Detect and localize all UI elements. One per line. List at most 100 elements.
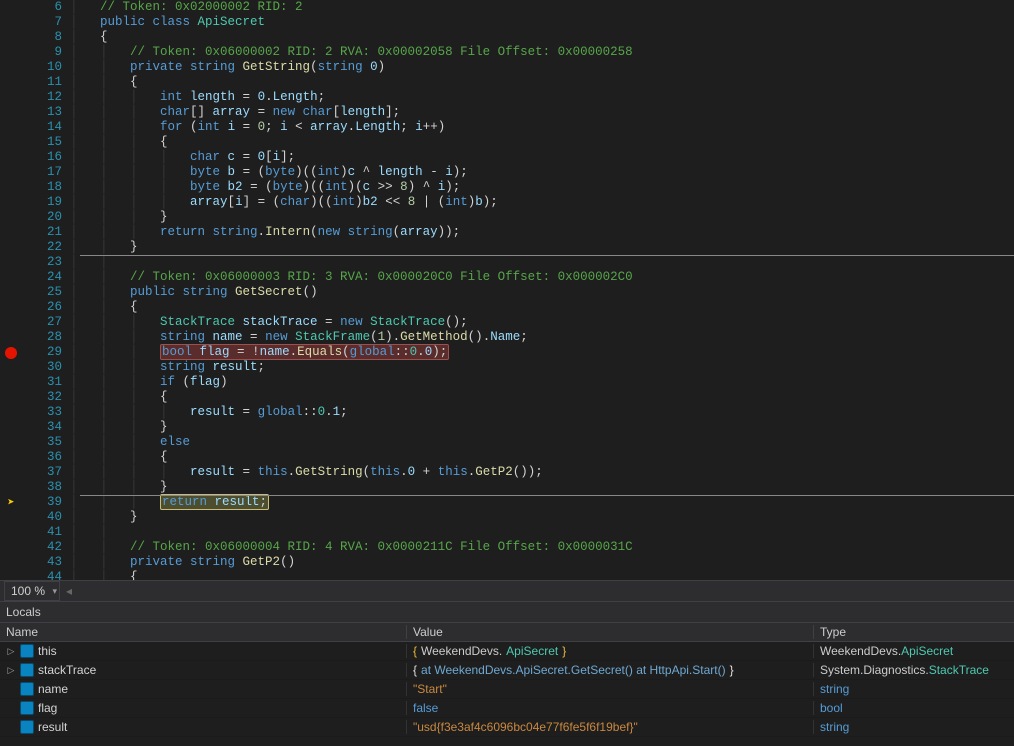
code-line[interactable]: 28│ │ │ string name = new StackFrame(1).…	[0, 330, 1014, 345]
variable-value[interactable]: "Start"	[407, 682, 814, 696]
locals-panel: Locals Name Value Type ▷this{WeekendDevs…	[0, 601, 1014, 737]
code-line[interactable]: 27│ │ │ StackTrace stackTrace = new Stac…	[0, 315, 1014, 330]
code-line[interactable]: 22│ │ }	[0, 240, 1014, 255]
code-line[interactable]: 10│ │ private string GetString(string 0)	[0, 60, 1014, 75]
code-line[interactable]: 33│ │ │ │ result = global::0.1;	[0, 405, 1014, 420]
line-number: 34	[22, 420, 70, 435]
line-number: 28	[22, 330, 70, 345]
variable-name: flag	[38, 701, 57, 715]
code-line[interactable]: 24│ │ // Token: 0x06000003 RID: 3 RVA: 0…	[0, 270, 1014, 285]
variable-icon	[20, 682, 34, 696]
code-line[interactable]: 20│ │ │ }	[0, 210, 1014, 225]
expand-icon	[6, 684, 16, 694]
variable-icon	[20, 644, 34, 658]
line-number: 11	[22, 75, 70, 90]
locals-row[interactable]: ▷this{WeekendDevs.ApiSecret}WeekendDevs.…	[0, 642, 1014, 661]
code-line[interactable]: 37│ │ │ │ result = this.GetString(this.0…	[0, 465, 1014, 480]
variable-value[interactable]: {WeekendDevs.ApiSecret}	[407, 644, 814, 658]
expand-icon[interactable]: ▷	[6, 646, 16, 656]
line-number: 43	[22, 555, 70, 570]
code-line[interactable]: 29│ │ │ bool flag = !name.Equals(global:…	[0, 345, 1014, 360]
locals-header-name[interactable]: Name	[0, 625, 407, 639]
variable-icon	[20, 701, 34, 715]
code-line[interactable]: 43│ │ private string GetP2()	[0, 555, 1014, 570]
code-line[interactable]: 31│ │ │ if (flag)	[0, 375, 1014, 390]
code-line[interactable]: 12│ │ │ int length = 0.Length;	[0, 90, 1014, 105]
variable-name: stackTrace	[38, 663, 96, 677]
code-line[interactable]: 36│ │ │ {	[0, 450, 1014, 465]
line-number: 17	[22, 165, 70, 180]
locals-row[interactable]: ▷ stackTrace { at WeekendDevs.ApiSecret.Ge…	[0, 661, 1014, 680]
code-line[interactable]: 21│ │ │ return string.Intern(new string(…	[0, 225, 1014, 240]
line-number: 6	[22, 0, 70, 15]
code-line[interactable]: 44│ │ {	[0, 570, 1014, 580]
code-line[interactable]: 38│ │ │ }	[0, 480, 1014, 495]
locals-header-value[interactable]: Value	[407, 625, 814, 639]
line-number: 42	[22, 540, 70, 555]
splitter-glyph: ◂	[66, 584, 72, 598]
variable-value[interactable]: false	[407, 701, 814, 715]
locals-header-row: Name Value Type	[0, 622, 1014, 642]
code-line[interactable]: ➤39│ │ │ return result;	[0, 495, 1014, 510]
line-number: 19	[22, 195, 70, 210]
code-line[interactable]: 15│ │ │ {	[0, 135, 1014, 150]
line-number: 26	[22, 300, 70, 315]
code-line[interactable]: 40│ │ }	[0, 510, 1014, 525]
line-number: 29	[22, 345, 70, 360]
line-number: 18	[22, 180, 70, 195]
code-line[interactable]: 18│ │ │ │ byte b2 = (byte)((int)(c >> 8)…	[0, 180, 1014, 195]
zoom-value: 100 %	[11, 584, 45, 598]
code-line[interactable]: 17│ │ │ │ byte b = (byte)((int)c ^ lengt…	[0, 165, 1014, 180]
code-editor[interactable]: 6│ // Token: 0x02000002 RID: 27│ public …	[0, 0, 1014, 580]
line-number: 38	[22, 480, 70, 495]
code-line[interactable]: 19│ │ │ │ array[i] = (char)((int)b2 << 8…	[0, 195, 1014, 210]
line-number: 44	[22, 570, 70, 580]
line-number: 14	[22, 120, 70, 135]
locals-row[interactable]: flag falsebool	[0, 699, 1014, 718]
code-line[interactable]: 16│ │ │ │ char c = 0[i];	[0, 150, 1014, 165]
variable-value[interactable]: "usd{f3e3af4c6096bc04e77f6fe5f6f19bef}"	[407, 720, 814, 734]
code-line[interactable]: 41│ │	[0, 525, 1014, 540]
line-number: 10	[22, 60, 70, 75]
variable-type: string	[814, 720, 1014, 734]
code-line[interactable]: 8│ {	[0, 30, 1014, 45]
line-number: 27	[22, 315, 70, 330]
line-number: 25	[22, 285, 70, 300]
code-line[interactable]: 14│ │ │ for (int i = 0; i < array.Length…	[0, 120, 1014, 135]
code-line[interactable]: 30│ │ │ string result;	[0, 360, 1014, 375]
locals-row[interactable]: name"Start"string	[0, 680, 1014, 699]
zoom-combo[interactable]: 100 %	[4, 581, 60, 601]
code-line[interactable]: 34│ │ │ }	[0, 420, 1014, 435]
line-number: 15	[22, 135, 70, 150]
code-line[interactable]: 32│ │ │ {	[0, 390, 1014, 405]
variable-type: bool	[814, 701, 1014, 715]
line-number: 31	[22, 375, 70, 390]
code-line[interactable]: 7│ public class ApiSecret	[0, 15, 1014, 30]
breakpoint-highlight: bool flag = !name.Equals(global::0.0);	[160, 344, 449, 360]
line-number: 35	[22, 435, 70, 450]
variable-name: name	[38, 682, 68, 696]
line-number: 37	[22, 465, 70, 480]
line-number: 21	[22, 225, 70, 240]
code-line[interactable]: 9│ │ // Token: 0x06000002 RID: 2 RVA: 0x…	[0, 45, 1014, 60]
variable-icon	[20, 720, 34, 734]
code-line[interactable]: 35│ │ │ else	[0, 435, 1014, 450]
line-number: 9	[22, 45, 70, 60]
line-number: 23	[22, 255, 70, 270]
locals-header-type[interactable]: Type	[814, 625, 1014, 639]
variable-icon	[20, 663, 34, 677]
code-line[interactable]: 25│ │ public string GetSecret()	[0, 285, 1014, 300]
code-line[interactable]: 26│ │ {	[0, 300, 1014, 315]
expand-icon[interactable]: ▷	[6, 665, 16, 675]
code-line[interactable]: 6│ // Token: 0x02000002 RID: 2	[0, 0, 1014, 15]
locals-row[interactable]: result"usd{f3e3af4c6096bc04e77f6fe5f6f19…	[0, 718, 1014, 737]
code-line[interactable]: 11│ │ {	[0, 75, 1014, 90]
line-number: 8	[22, 30, 70, 45]
variable-value[interactable]: { at WeekendDevs.ApiSecret.GetSecret() a…	[407, 663, 814, 677]
code-line[interactable]: 13│ │ │ char[] array = new char[length];	[0, 105, 1014, 120]
variable-type: System.Diagnostics.StackTrace	[814, 663, 1014, 677]
breakpoint-icon[interactable]	[5, 347, 17, 359]
locals-panel-title: Locals	[0, 602, 1014, 622]
code-line[interactable]: 23│ │	[0, 255, 1014, 270]
code-line[interactable]: 42│ │ // Token: 0x06000004 RID: 4 RVA: 0…	[0, 540, 1014, 555]
